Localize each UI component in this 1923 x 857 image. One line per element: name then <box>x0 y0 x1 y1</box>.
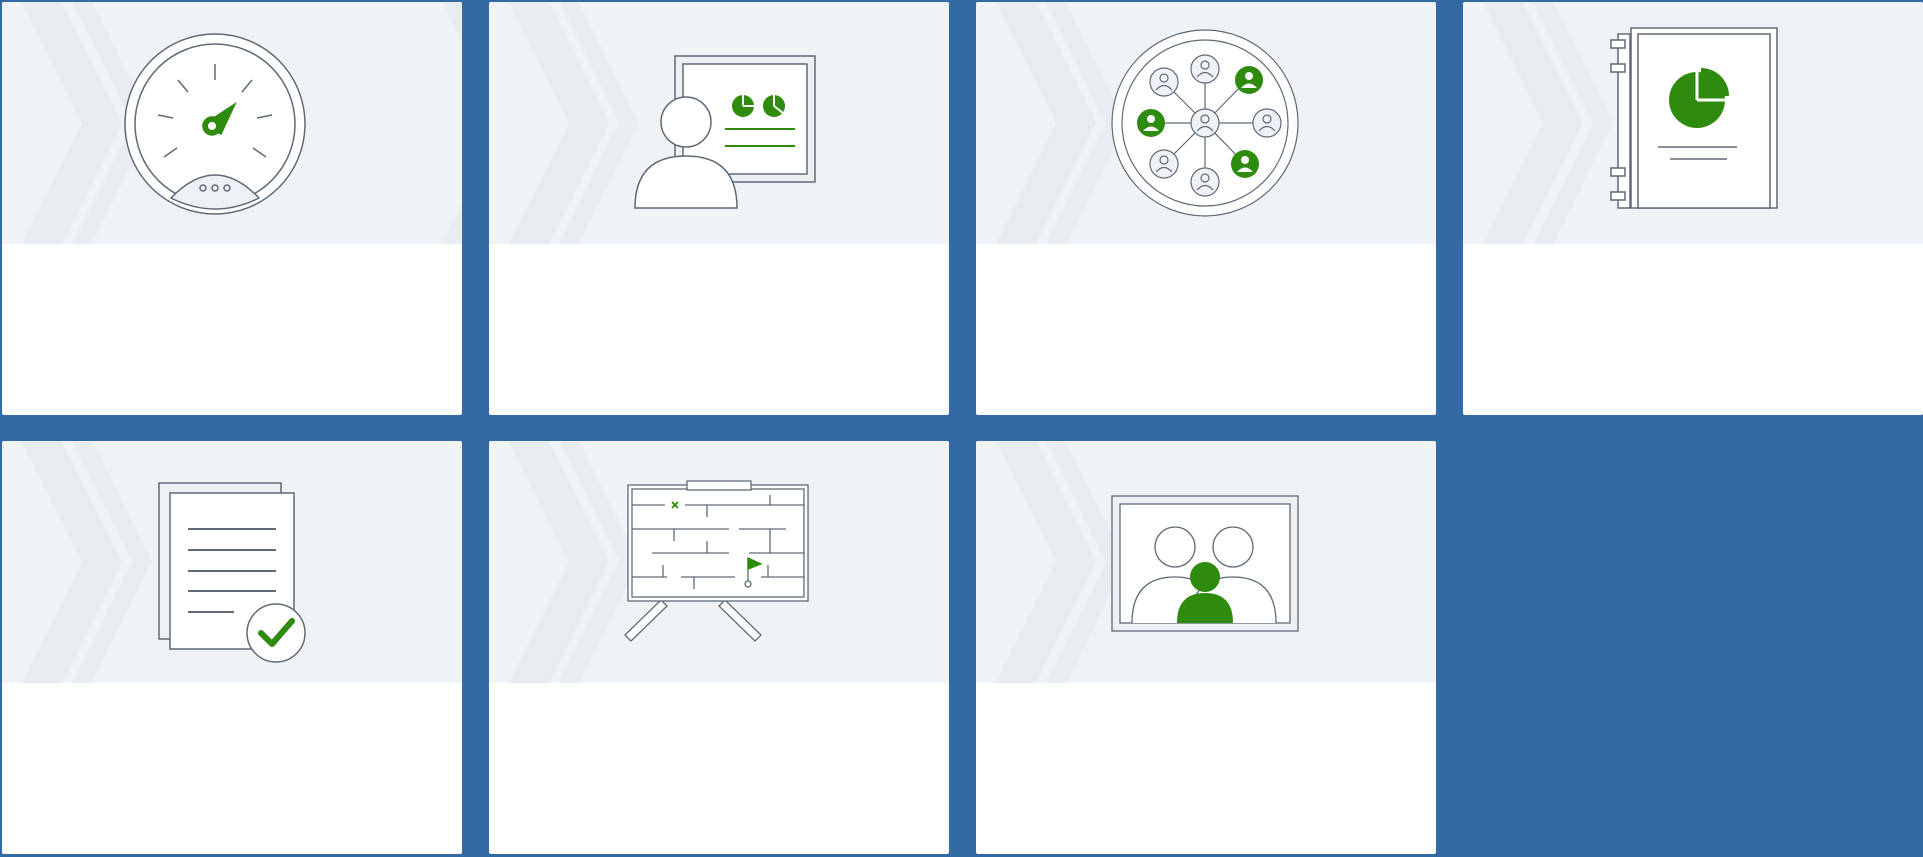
card-pie-chart-binder[interactable] <box>1463 2 1923 415</box>
card-maze-easel[interactable] <box>489 441 949 854</box>
pie-chart-binder-icon <box>1610 27 1778 209</box>
presenter-icon <box>634 55 816 209</box>
document-checkmark-icon <box>158 482 306 663</box>
card-video-meeting[interactable] <box>976 441 1436 854</box>
card-people-network[interactable] <box>976 2 1436 415</box>
people-network-icon <box>1111 29 1299 217</box>
video-meeting-icon <box>1111 495 1299 632</box>
card-banner <box>2 441 462 683</box>
card-document-checkmark[interactable] <box>2 441 462 854</box>
card-presenter[interactable] <box>489 2 949 415</box>
card-banner <box>976 2 1436 244</box>
maze-easel-icon <box>624 480 809 642</box>
card-banner <box>1463 2 1923 244</box>
card-banner <box>489 2 949 244</box>
speedometer-icon <box>124 33 306 215</box>
card-speedometer[interactable] <box>2 2 462 415</box>
card-banner <box>2 2 462 244</box>
card-banner <box>976 441 1436 683</box>
card-banner <box>489 441 949 683</box>
